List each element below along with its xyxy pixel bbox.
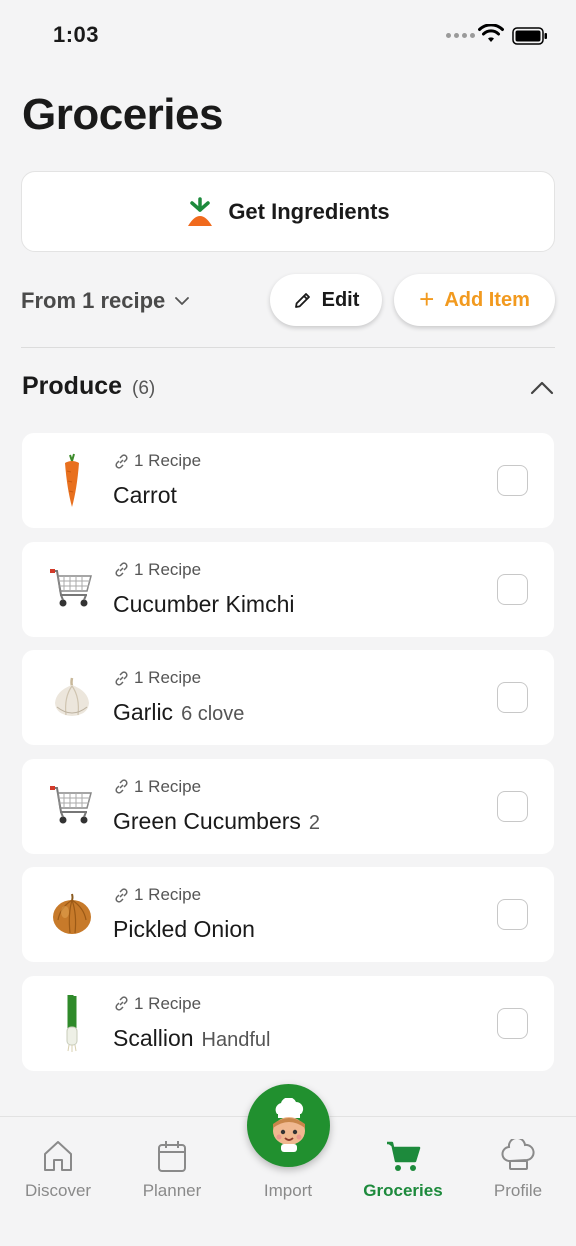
calendar-icon xyxy=(158,1141,186,1172)
item-name: Garlic 6 clove xyxy=(113,699,244,726)
item-name-text: Green Cucumbers xyxy=(113,807,301,834)
recipe-link: 1 Recipe xyxy=(113,451,201,471)
recipe-link: 1 Recipe xyxy=(113,668,201,688)
item-checkbox[interactable] xyxy=(497,1007,528,1039)
recipe-link: 1 Recipe xyxy=(113,994,201,1014)
list-item[interactable]: 1 Recipe Green Cucumbers 2 xyxy=(22,758,554,854)
item-name: Scallion Handful xyxy=(113,1025,270,1052)
toolbar: From 1 recipe Edit + Add Item xyxy=(21,272,555,328)
link-icon xyxy=(115,562,128,577)
list-item[interactable]: 1 Recipe Pickled Onion xyxy=(22,867,554,962)
recipe-count: 1 Recipe xyxy=(134,993,202,1013)
list-item[interactable]: 1 Recipe Cucumber Kimchi xyxy=(22,541,554,637)
item-checkbox[interactable] xyxy=(497,899,528,930)
tab-discover[interactable]: Discover xyxy=(3,1139,113,1201)
pencil-icon xyxy=(294,292,310,308)
tab-planner[interactable]: Planner xyxy=(117,1139,227,1201)
tab-label: Profile xyxy=(493,1181,543,1200)
item-name-text: Scallion xyxy=(113,1024,194,1051)
item-quantity: Handful xyxy=(201,1028,271,1051)
shopping-cart-icon xyxy=(40,773,104,839)
recipe-count: 1 Recipe xyxy=(134,451,202,470)
recipe-link: 1 Recipe xyxy=(113,777,201,797)
item-checkbox[interactable] xyxy=(497,465,528,496)
status-time: 1:03 xyxy=(53,22,100,47)
chevron-up-icon[interactable] xyxy=(530,380,554,396)
recipe-count: 1 Recipe xyxy=(134,776,202,796)
onion-icon xyxy=(40,881,104,947)
link-icon xyxy=(115,996,128,1011)
recipe-link: 1 Recipe xyxy=(113,885,201,905)
tab-label: Discover xyxy=(24,1181,92,1200)
chevron-down-icon xyxy=(175,296,190,305)
tab-label: Groceries xyxy=(363,1181,443,1200)
wifi-icon xyxy=(478,24,504,42)
item-name-text: Cucumber Kimchi xyxy=(113,590,295,617)
edit-button[interactable]: Edit xyxy=(270,274,382,326)
recipe-filter-label: From 1 recipe xyxy=(21,288,166,313)
plus-icon: + xyxy=(419,283,435,314)
item-name: Cucumber Kimchi xyxy=(113,591,303,618)
tab-label: Import xyxy=(263,1181,313,1200)
add-item-button[interactable]: + Add Item xyxy=(394,274,555,326)
grocery-list: 1 Recipe Carrot 1 Recipe Cucumber Kimchi xyxy=(22,433,554,1084)
item-checkbox[interactable] xyxy=(497,790,528,822)
home-icon xyxy=(44,1141,72,1171)
section-header-produce[interactable]: Produce (6) xyxy=(22,372,556,412)
status-bar: 1:03 xyxy=(0,0,576,72)
section-title: Produce xyxy=(22,372,123,400)
battery-icon xyxy=(512,27,547,45)
chef-mascot-icon xyxy=(272,1097,305,1152)
tab-label: Planner xyxy=(142,1181,202,1200)
get-ingredients-label: Get Ingredients xyxy=(228,198,390,224)
item-name-text: Pickled Onion xyxy=(113,916,255,942)
link-icon xyxy=(115,887,128,903)
item-checkbox[interactable] xyxy=(497,682,528,713)
list-item[interactable]: 1 Recipe Scallion Handful xyxy=(22,975,554,1071)
import-button[interactable] xyxy=(247,1084,330,1167)
link-icon xyxy=(115,779,128,794)
page-title: Groceries xyxy=(22,90,223,139)
item-name-text: Garlic xyxy=(113,699,174,725)
tab-profile[interactable]: Profile xyxy=(463,1139,573,1201)
item-quantity: 6 clove xyxy=(181,703,245,725)
recipe-count: 1 Recipe xyxy=(134,668,202,687)
signal-icon xyxy=(446,33,475,38)
item-quantity: 2 xyxy=(308,811,321,834)
add-item-label: Add Item xyxy=(444,288,530,311)
list-item[interactable]: 1 Recipe Carrot xyxy=(22,433,554,528)
tab-groceries[interactable]: Groceries xyxy=(348,1139,458,1201)
link-icon xyxy=(115,453,128,469)
recipe-count: 1 Recipe xyxy=(134,559,202,579)
shopping-cart-icon xyxy=(40,556,104,622)
item-name: Green Cucumbers 2 xyxy=(113,808,320,835)
recipe-filter-dropdown[interactable]: From 1 recipe xyxy=(21,288,190,314)
get-ingredients-button[interactable]: Get Ingredients xyxy=(21,171,555,252)
edit-label: Edit xyxy=(321,288,360,311)
carrot-logo-icon xyxy=(188,196,213,226)
cart-icon xyxy=(387,1141,421,1171)
link-icon xyxy=(115,670,128,686)
list-item[interactable]: 1 Recipe Garlic 6 clove xyxy=(22,650,554,745)
chef-hat-icon xyxy=(501,1139,535,1170)
scallion-icon xyxy=(40,990,104,1056)
item-name: Carrot xyxy=(113,482,185,509)
item-name-text: Carrot xyxy=(113,482,177,508)
item-name: Pickled Onion xyxy=(113,916,263,943)
recipe-link: 1 Recipe xyxy=(113,560,201,580)
section-count: (6) xyxy=(132,378,156,399)
divider xyxy=(21,347,555,348)
item-checkbox[interactable] xyxy=(497,573,528,605)
carrot-icon xyxy=(40,447,104,513)
recipe-count: 1 Recipe xyxy=(134,885,202,904)
garlic-icon xyxy=(40,664,104,730)
